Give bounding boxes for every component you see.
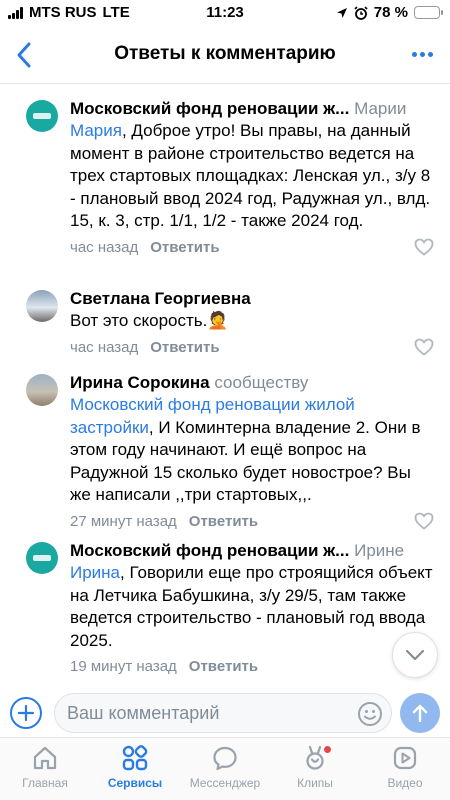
send-button[interactable] — [400, 693, 440, 733]
battery-icon — [414, 6, 443, 19]
comment-text: Вот это скорость.🤦 — [70, 311, 229, 330]
reply-button[interactable]: Ответить — [150, 239, 219, 256]
comment-meta: час назад Ответить — [70, 338, 436, 358]
comment-time: час назад — [70, 238, 139, 256]
comment-text-body: , Доброе утро! Вы правы, на данный момен… — [70, 121, 431, 230]
comment-body: Московский фонд реновации ж... Ирине Ири… — [70, 540, 436, 677]
tab-home[interactable]: Главная — [0, 738, 90, 800]
tab-label: Мессенджер — [189, 776, 261, 790]
author-name[interactable]: Московский фонд реновации ж... — [70, 99, 349, 118]
reply-button[interactable]: Ответить — [189, 658, 258, 675]
author-name[interactable]: Московский фонд реновации ж... — [70, 541, 349, 560]
more-dot-icon — [411, 51, 417, 57]
video-icon — [393, 746, 417, 770]
status-right: 78 % — [336, 4, 443, 21]
reply-button[interactable]: Ответить — [150, 339, 219, 356]
tab-label: Сервисы — [107, 776, 163, 790]
like-heart-icon[interactable] — [414, 238, 434, 256]
comment-author: Светлана Георгиевна — [70, 288, 436, 310]
battery-percent: 78 % — [373, 4, 408, 21]
tab-video[interactable]: Видео — [360, 738, 450, 800]
comment-time: 27 минут назад — [70, 512, 177, 530]
tab-icon-wrap — [360, 738, 450, 772]
comment-time: 19 минут назад — [70, 658, 177, 675]
comment-text-body: , Говорили еще про строящийся объект на … — [70, 563, 433, 650]
comment-text: Московский фонд реновации жилой застройк… — [70, 394, 436, 507]
comment-body: Ирина Сорокина сообществу Московский фон… — [70, 372, 436, 532]
tab-messenger[interactable]: Мессенджер — [180, 738, 270, 800]
plus-icon — [18, 705, 34, 721]
attach-button[interactable] — [10, 697, 42, 729]
nav-header: Ответы к комментарию — [0, 26, 450, 84]
tab-label: Видео — [387, 776, 423, 790]
location-icon — [336, 7, 347, 18]
comment-author: Московский фонд реновации ж... Марии — [70, 98, 436, 120]
emoji-icon[interactable] — [357, 701, 383, 727]
comment-addressee: Ирине — [354, 541, 405, 560]
notification-badge — [324, 746, 331, 753]
alarm-icon — [354, 5, 368, 20]
comment-meta: час назад Ответить — [70, 238, 436, 258]
compose-bar — [0, 690, 450, 736]
like-heart-icon[interactable] — [414, 338, 434, 356]
tab-services[interactable]: Сервисы — [90, 738, 180, 800]
comment-text: Ирина, Говорили еще про строящийся объек… — [70, 562, 436, 652]
comment-meta: 19 минут назад Ответить — [70, 657, 436, 677]
comment-author: Ирина Сорокина сообществу — [70, 372, 436, 394]
comment-meta: 27 минут назад Ответить — [70, 512, 436, 532]
tab-label: Главная — [22, 776, 68, 790]
chevron-down-icon — [405, 649, 425, 661]
tab-icon-wrap — [270, 738, 360, 772]
like-heart-icon[interactable] — [414, 512, 434, 530]
avatar[interactable] — [26, 542, 58, 574]
comment-input[interactable] — [67, 694, 347, 732]
status-bar: MTS RUS LTE 11:23 78 % — [0, 0, 450, 26]
home-icon — [33, 746, 57, 770]
avatar[interactable] — [26, 100, 58, 132]
author-name[interactable]: Светлана Георгиевна — [70, 289, 251, 308]
page-title: Ответы к комментарию — [114, 43, 336, 64]
comment-author: Московский фонд реновации ж... Ирине — [70, 540, 436, 562]
mention-link[interactable]: Мария — [70, 121, 122, 140]
tab-clips[interactable]: Клипы — [270, 738, 360, 800]
reply-button[interactable]: Ответить — [189, 513, 258, 530]
mention-link[interactable]: Ирина — [70, 563, 120, 582]
more-button[interactable] — [408, 42, 436, 66]
avatar[interactable] — [26, 290, 58, 322]
messenger-icon — [213, 746, 237, 771]
comment-addressee: Марии — [354, 99, 407, 118]
comment-text: Мария, Доброе утро! Вы правы, на данный … — [70, 120, 436, 233]
fund-logo-icon — [33, 113, 51, 119]
comment-time: час назад — [70, 338, 139, 356]
comment-body: Московский фонд реновации ж... Марии Мар… — [70, 98, 436, 258]
tab-icon-wrap — [90, 738, 180, 772]
services-icon — [122, 745, 148, 771]
comments-list[interactable]: Московский фонд реновации ж... Марии Мар… — [0, 84, 450, 690]
tab-bar: Главная Сервисы Мессенджер Клипы Видео — [0, 737, 450, 800]
scroll-down-button[interactable] — [392, 632, 438, 678]
comment-input-wrap — [54, 693, 392, 733]
more-dot-icon — [419, 51, 425, 57]
arrow-up-icon — [412, 704, 428, 722]
tab-icon-wrap — [0, 738, 90, 772]
avatar[interactable] — [26, 374, 58, 406]
comment-body: Светлана Георгиевна Вот это скорость.🤦 ч… — [70, 288, 436, 358]
comment-addressee: сообществу — [214, 373, 309, 392]
author-name[interactable]: Ирина Сорокина — [70, 373, 210, 392]
more-dot-icon — [427, 51, 433, 57]
fund-logo-icon — [33, 555, 51, 561]
tab-icon-wrap — [180, 738, 270, 772]
tab-label: Клипы — [297, 776, 333, 790]
